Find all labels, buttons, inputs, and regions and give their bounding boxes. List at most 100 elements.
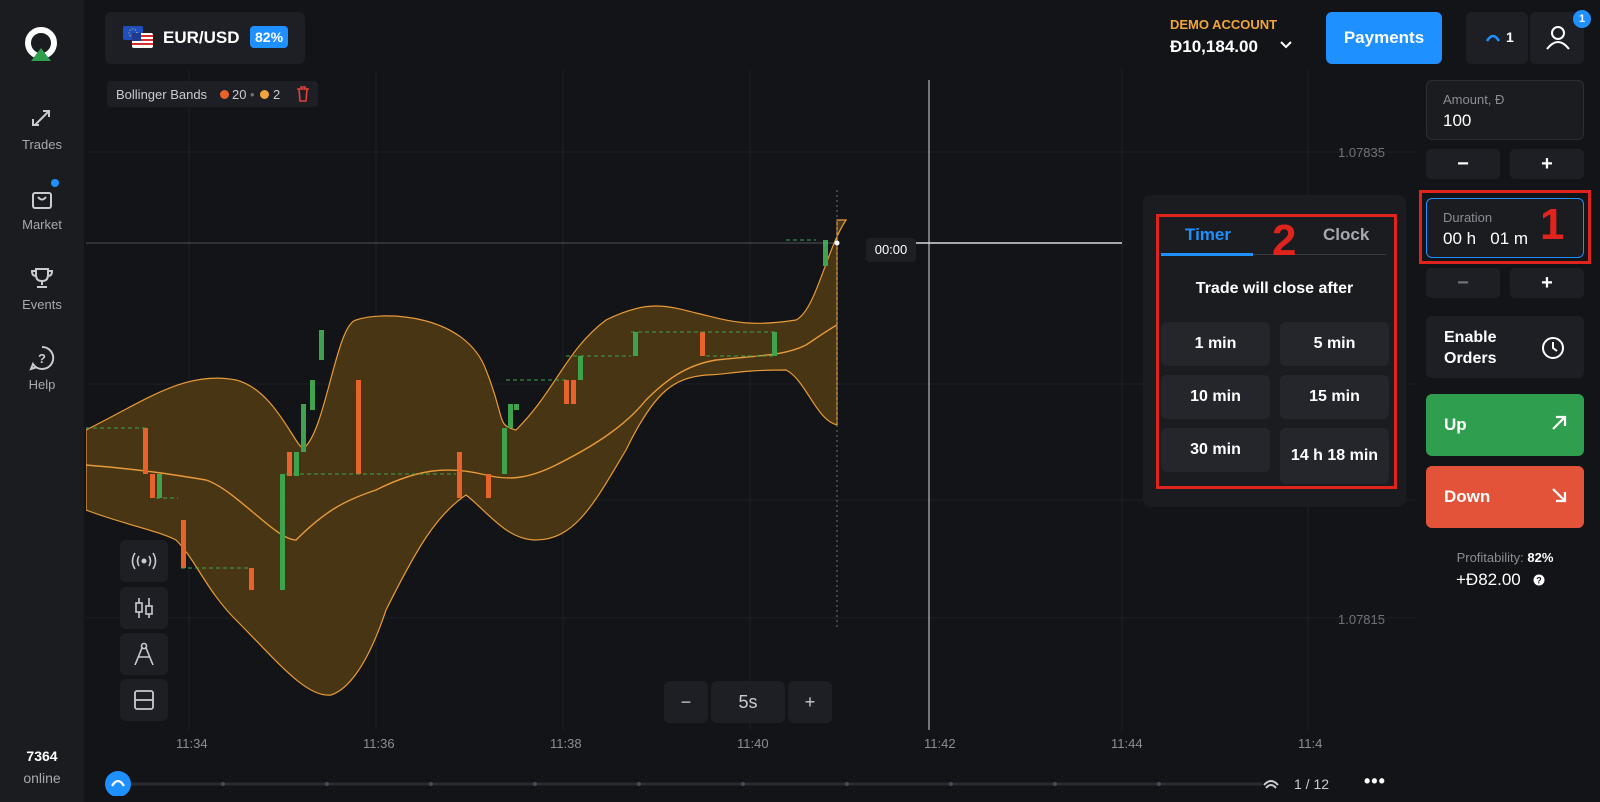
arrow-up-right-icon — [1552, 415, 1567, 430]
profit-value: +Đ82.00 — [1456, 570, 1521, 589]
sidebar-item-label: Trades — [22, 137, 62, 152]
split-panel-icon — [134, 690, 154, 710]
online-count: 7364 — [26, 748, 58, 764]
amount-minus-button[interactable]: − — [1426, 149, 1500, 179]
account-type: DEMO ACCOUNT — [1170, 17, 1278, 32]
logo-icon[interactable] — [23, 27, 59, 63]
candle — [564, 380, 569, 404]
candle — [143, 428, 148, 474]
candle — [280, 474, 285, 590]
layers-icon[interactable] — [1262, 776, 1280, 790]
trash-icon[interactable] — [296, 86, 310, 102]
candle — [578, 356, 583, 380]
candle — [823, 240, 828, 266]
profitability-text: Profitability: — [1456, 550, 1524, 565]
history-pager: 1 / 12 — [1294, 776, 1330, 792]
sidebar-item-label: Market — [22, 217, 62, 232]
drawing-tool-button[interactable] — [120, 633, 168, 675]
candle — [514, 404, 519, 410]
candle — [157, 474, 162, 498]
svg-text:?: ? — [38, 351, 46, 366]
account-balance[interactable]: Đ10,184.00 — [1170, 37, 1258, 57]
zoom-in-button[interactable]: + — [788, 681, 832, 723]
sidebar-item-trades[interactable]: Trades — [0, 105, 84, 152]
enable-orders-label: Enable Orders — [1444, 329, 1497, 367]
price-axis-label: 1.07815 — [1338, 612, 1385, 627]
up-label: Up — [1444, 415, 1467, 434]
history-timeline[interactable] — [104, 768, 1262, 796]
time-axis-label: 11:34 — [176, 736, 208, 751]
amount-label: Amount, Đ — [1443, 92, 1505, 107]
candle — [486, 474, 491, 498]
indicator-name: Bollinger Bands — [116, 87, 208, 102]
indicator-deviation: 2 — [273, 87, 281, 102]
price-axis-label: 1.07835 — [1338, 145, 1385, 160]
payments-button[interactable]: Payments — [1326, 12, 1442, 64]
duration-minus-button[interactable]: − — [1426, 268, 1500, 298]
trades-arrows-icon — [32, 110, 50, 126]
notification-badge: 1 — [1573, 10, 1591, 28]
candle — [502, 428, 507, 474]
candle — [181, 520, 186, 568]
candle — [508, 404, 513, 428]
indicator-chip[interactable]: Bollinger Bands 20 • 2 — [107, 81, 318, 107]
svg-text:?: ? — [1536, 576, 1542, 586]
zoom-out-button[interactable]: − — [664, 681, 708, 723]
candle — [294, 452, 299, 476]
sidebar-item-help[interactable]: ? Help — [0, 345, 84, 392]
countdown-label: 00:00 — [866, 238, 916, 262]
candle — [700, 332, 705, 356]
up-button[interactable]: Up — [1426, 394, 1584, 456]
trophy-icon — [30, 268, 54, 288]
deviation-dot — [260, 90, 269, 99]
period-dot — [220, 90, 229, 99]
info-icon[interactable]: ? — [1533, 574, 1545, 586]
amount-value: 100 — [1443, 111, 1472, 130]
annotation-number-1: 1 — [1540, 200, 1565, 249]
sidebar-item-label: Events — [22, 297, 62, 312]
sidebar-item-events[interactable]: Events — [0, 265, 84, 312]
asset-selector[interactable]: EUR/USD 82% — [105, 12, 305, 64]
highlight-box-1 — [1419, 190, 1591, 264]
signals-count: 1 — [1506, 29, 1514, 45]
left-sidebar: Trades Market Events ? Help 7364 online — [0, 0, 84, 802]
profitability-label: Profitability: 82% — [1426, 550, 1584, 565]
bollinger-band-area — [86, 219, 848, 696]
asset-name: EUR/USD — [163, 28, 240, 47]
duration-plus-button[interactable]: + — [1510, 268, 1584, 298]
chart-type-button[interactable] — [120, 587, 168, 629]
candle — [310, 380, 315, 410]
sidebar-item-label: Help — [28, 377, 56, 392]
layout-tool-button[interactable] — [120, 679, 168, 721]
arrow-down-right-icon — [1552, 488, 1567, 503]
time-axis-label: 11:40 — [737, 736, 769, 751]
clock-icon — [1542, 337, 1564, 359]
time-axis-label: 11:42 — [924, 736, 956, 751]
compass-icon — [134, 642, 154, 666]
sidebar-item-market[interactable]: Market — [0, 185, 84, 232]
eur-usd-flag-icon — [123, 26, 153, 48]
timeframe-selector[interactable]: 5s — [711, 681, 785, 723]
separator-dot: • — [250, 87, 255, 102]
candle — [772, 332, 777, 356]
candle — [301, 404, 306, 452]
time-axis-label: 11:44 — [1111, 736, 1143, 751]
candle — [571, 380, 576, 404]
amount-field[interactable]: Amount, Đ 100 — [1426, 80, 1584, 140]
time-axis-label: 11:36 — [363, 736, 395, 751]
more-options-button[interactable]: ••• — [1364, 771, 1386, 792]
signals-tool-button[interactable] — [120, 540, 168, 582]
candle — [287, 452, 292, 476]
enable-orders-button[interactable]: Enable Orders — [1426, 316, 1584, 378]
indicator-period: 20 — [232, 87, 247, 102]
down-button[interactable]: Down — [1426, 466, 1584, 528]
candle — [249, 568, 254, 590]
shopping-bag-icon — [32, 192, 52, 209]
annotation-number-2: 2 — [1272, 216, 1297, 265]
amount-plus-button[interactable]: + — [1510, 149, 1584, 179]
candle — [356, 380, 361, 474]
chevron-down-icon[interactable] — [1279, 38, 1293, 52]
user-icon — [1546, 26, 1570, 50]
down-label: Down — [1444, 487, 1491, 506]
signals-button[interactable]: 1 — [1466, 12, 1528, 64]
